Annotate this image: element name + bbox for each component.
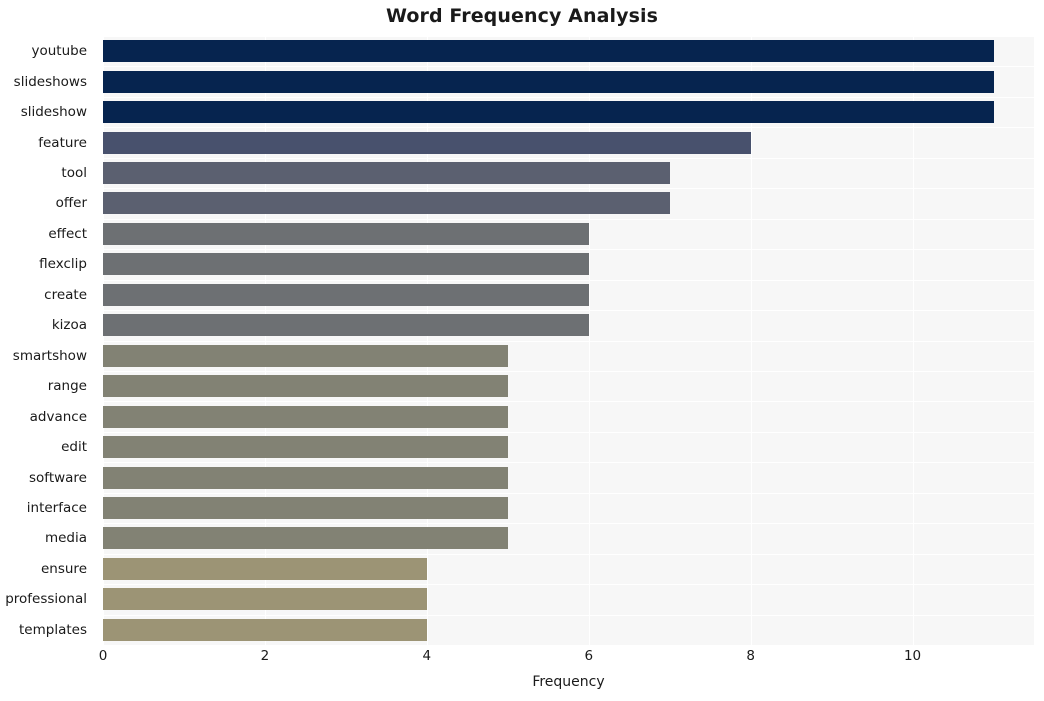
y-gridline: [103, 249, 1034, 251]
y-gridline: [103, 553, 1034, 555]
bar: [103, 131, 751, 154]
y-axis-tick-label: media: [44, 530, 87, 547]
y-gridline: [103, 431, 1034, 433]
y-axis-tick-label: ensure: [40, 560, 87, 577]
y-gridline: [103, 370, 1034, 372]
chart-title: Word Frequency Analysis: [385, 5, 659, 27]
y-gridline: [103, 279, 1034, 281]
x-axis-tick-label: 4: [422, 648, 432, 664]
x-axis-tick-label: 0: [98, 648, 108, 664]
y-axis-tick-label: slideshows: [13, 73, 87, 90]
word-frequency-bar-chart: Word Frequency Analysis youtube slideshow…: [0, 0, 1044, 701]
y-axis-tick-labels: youtube slideshows slideshow feature tool off…: [0, 36, 95, 645]
x-axis-tick-label: 8: [746, 648, 755, 664]
y-gridline: [103, 127, 1034, 129]
y-gridline: [103, 462, 1034, 464]
bar: [103, 405, 508, 428]
y-gridline: [103, 523, 1034, 525]
y-axis-tick-label: range: [47, 378, 87, 395]
bar: [103, 101, 994, 124]
bar: [103, 70, 994, 93]
bar: [103, 344, 508, 367]
y-gridline: [103, 157, 1034, 159]
y-axis-tick-label: create: [44, 286, 87, 303]
x-axis-tick-label: 6: [584, 648, 594, 664]
y-gridline: [103, 218, 1034, 220]
bar: [103, 436, 508, 459]
bar: [103, 375, 508, 398]
bar: [103, 253, 589, 276]
bar: [103, 222, 589, 245]
y-axis-tick-label: youtube: [31, 43, 87, 60]
y-gridline: [103, 96, 1034, 98]
x-axis-title: Frequency: [532, 674, 605, 690]
y-gridline: [103, 401, 1034, 403]
y-axis-tick-label: interface: [26, 499, 87, 516]
bar: [103, 314, 589, 337]
y-axis-tick-label: offer: [55, 195, 87, 212]
y-axis-tick-label: advance: [29, 408, 87, 425]
y-gridline: [103, 492, 1034, 494]
y-gridline: [103, 340, 1034, 342]
x-axis-tick-labels: 0 2 4 6 8 10: [0, 648, 1044, 672]
y-gridline: [103, 36, 1034, 37]
plot-area: [103, 36, 1034, 645]
y-gridline: [103, 614, 1034, 616]
x-axis-tick-label: 10: [903, 648, 922, 664]
y-gridline: [103, 310, 1034, 312]
bar: [103, 162, 670, 185]
y-axis-tick-label: tool: [61, 165, 87, 182]
y-gridline: [103, 66, 1034, 68]
y-axis-tick-label: kizoa: [51, 317, 87, 334]
y-axis-tick-label: flexclip: [39, 256, 87, 273]
bar: [103, 527, 508, 550]
y-axis-tick-label: software: [29, 469, 87, 486]
bar: [103, 283, 589, 306]
bar: [103, 40, 994, 63]
y-axis-tick-label: smartshow: [12, 347, 87, 364]
y-axis-tick-label: effect: [48, 225, 87, 242]
bar: [103, 466, 508, 489]
y-axis-tick-label: slideshow: [20, 104, 87, 121]
bar: [103, 192, 670, 215]
bar: [103, 557, 427, 580]
bar: [103, 618, 427, 641]
y-axis-tick-label: feature: [38, 134, 87, 151]
y-axis-tick-label: edit: [61, 439, 87, 456]
bar: [103, 496, 508, 519]
y-gridline: [103, 188, 1034, 190]
y-axis-tick-label: professional: [5, 591, 87, 608]
y-axis-tick-label: templates: [19, 621, 87, 638]
y-gridline: [103, 584, 1034, 586]
bar: [103, 588, 427, 611]
x-axis-tick-label: 2: [260, 648, 270, 664]
